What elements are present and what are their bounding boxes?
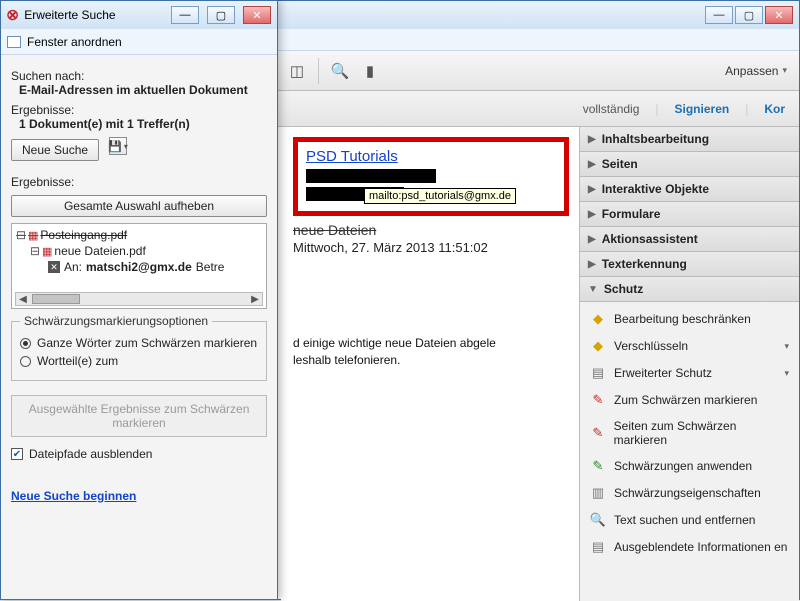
value-results: 1 Dokument(e) mit 1 Treffer(n)	[11, 117, 267, 131]
value-search-for: E-Mail-Adressen im aktuellen Dokument	[11, 83, 267, 97]
tool-mark-redact[interactable]: ✎Zum Schwärzen markieren	[584, 387, 795, 414]
tool-search-remove[interactable]: 🔍Text suchen und entfernen	[584, 507, 795, 534]
search-icon: 🔍	[590, 512, 606, 528]
body-text: d einige wichtige neue Dateien abgele le…	[293, 335, 569, 369]
color-icon[interactable]: ▮	[359, 60, 381, 82]
tool-extended-security[interactable]: ▤Erweiterter Schutz▾	[584, 360, 795, 387]
panel-section[interactable]: ▶Interaktive Objekte	[580, 177, 799, 202]
radio-whole-words[interactable]: Ganze Wörter zum Schwärzen markieren	[20, 336, 258, 350]
arrange-windows-bar[interactable]: Fenster anordnen	[1, 29, 277, 55]
panel-section[interactable]: ▶Inhaltsbearbeitung	[580, 127, 799, 152]
psd-link[interactable]: PSD Tutorials	[306, 148, 398, 165]
highlight-box: PSD Tutorials mailto:psd_tutorials@gmx.d…	[293, 137, 569, 216]
tool-restrict-editing[interactable]: ◆Bearbeitung beschränken	[584, 306, 795, 333]
combine-icon[interactable]: ◫	[286, 60, 308, 82]
label-search-for: Suchen nach:	[11, 69, 267, 83]
hide-paths-checkbox[interactable]: ✔Dateipfade ausblenden	[11, 447, 267, 461]
tool-encrypt[interactable]: ◆Verschlüsseln▾	[584, 333, 795, 360]
panel-section[interactable]: ▶Seiten	[580, 152, 799, 177]
tool-mark-pages-redact[interactable]: ✎Seiten zum Schwärzen markieren	[584, 414, 795, 453]
new-search-button[interactable]: Neue Suche	[11, 139, 99, 161]
label-results: Ergebnisse:	[11, 103, 267, 117]
shield-icon: ◆	[590, 311, 606, 327]
group-legend: Schwärzungsmarkierungsoptionen	[20, 314, 212, 328]
panel-section[interactable]: ▶Aktionsassistent	[580, 227, 799, 252]
label-results2: Ergebnisse:	[11, 175, 267, 189]
customize-button[interactable]: Anpassen▾	[719, 64, 793, 78]
document-area: PSD Tutorials mailto:psd_tutorials@gmx.d…	[281, 127, 581, 601]
acrobat-icon: ⮿	[7, 7, 18, 24]
radio-word-parts[interactable]: Wortteil(e) zum	[20, 354, 258, 368]
minimize-button[interactable]: —	[705, 6, 733, 24]
redact-icon: ✎	[590, 425, 606, 441]
tab-signieren[interactable]: Signieren	[675, 102, 730, 116]
search-title: Erweiterte Suche	[24, 8, 115, 22]
tool-hidden-info[interactable]: ▤Ausgeblendete Informationen en	[584, 534, 795, 561]
tool-redaction-props[interactable]: ▥Schwärzungseigenschaften	[584, 480, 795, 507]
close-button[interactable]: ✕	[243, 6, 271, 24]
pdf-icon: ▦	[28, 230, 38, 242]
maximize-button[interactable]: ▢	[207, 6, 235, 24]
save-icon[interactable]: 💾▾	[109, 137, 127, 155]
shield-icon: ◆	[590, 338, 606, 354]
horizontal-scrollbar[interactable]: ◀▶	[15, 292, 263, 306]
deselect-all-button[interactable]: Gesamte Auswahl aufheben	[11, 195, 267, 217]
window-icon	[7, 36, 21, 48]
mark-selected-button-disabled: Ausgewählte Ergebnisse zum Schwärzen mar…	[11, 395, 267, 437]
panel-section-open[interactable]: ▼Schutz	[580, 277, 799, 302]
begin-new-search-link[interactable]: Neue Suche beginnen	[11, 489, 136, 503]
panel-section[interactable]: ▶Formulare	[580, 202, 799, 227]
apply-icon: ✎	[590, 458, 606, 474]
search-titlebar: ⮿ Erweiterte Suche — ▢ ✕	[1, 1, 277, 29]
properties-icon: ▥	[590, 485, 606, 501]
close-button[interactable]: ✕	[765, 6, 793, 24]
search-icon[interactable]: 🔍	[329, 60, 351, 82]
mailto-tooltip: mailto:psd_tutorials@gmx.de	[364, 188, 516, 204]
tab-vollstaendig[interactable]: vollständig	[583, 102, 640, 116]
document-icon: ▤	[590, 539, 606, 555]
checkbox-icon[interactable]: ✕	[48, 261, 60, 273]
struck-text: neue Dateien	[293, 222, 569, 238]
results-tree[interactable]: ⊟▦Posteingang.pdf ⊟▦neue Dateien.pdf ✕An…	[11, 223, 267, 309]
maximize-button[interactable]: ▢	[735, 6, 763, 24]
panel-section[interactable]: ▶Texterkennung	[580, 252, 799, 277]
redaction-options-group: Schwärzungsmarkierungsoptionen Ganze Wör…	[11, 321, 267, 381]
redaction-bar	[306, 169, 436, 183]
date-text: Mittwoch, 27. März 2013 11:51:02	[293, 240, 569, 255]
tools-panel: ▶Inhaltsbearbeitung ▶Seiten ▶Interaktive…	[579, 127, 799, 601]
search-dialog: ⮿ Erweiterte Suche — ▢ ✕ Fenster anordne…	[0, 0, 278, 600]
tab-kommentar[interactable]: Kor	[764, 102, 785, 116]
document-icon: ▤	[590, 365, 606, 381]
redact-icon: ✎	[590, 392, 606, 408]
tool-apply-redactions[interactable]: ✎Schwärzungen anwenden	[584, 453, 795, 480]
pdf-icon: ▦	[42, 246, 52, 258]
minimize-button[interactable]: —	[171, 6, 199, 24]
